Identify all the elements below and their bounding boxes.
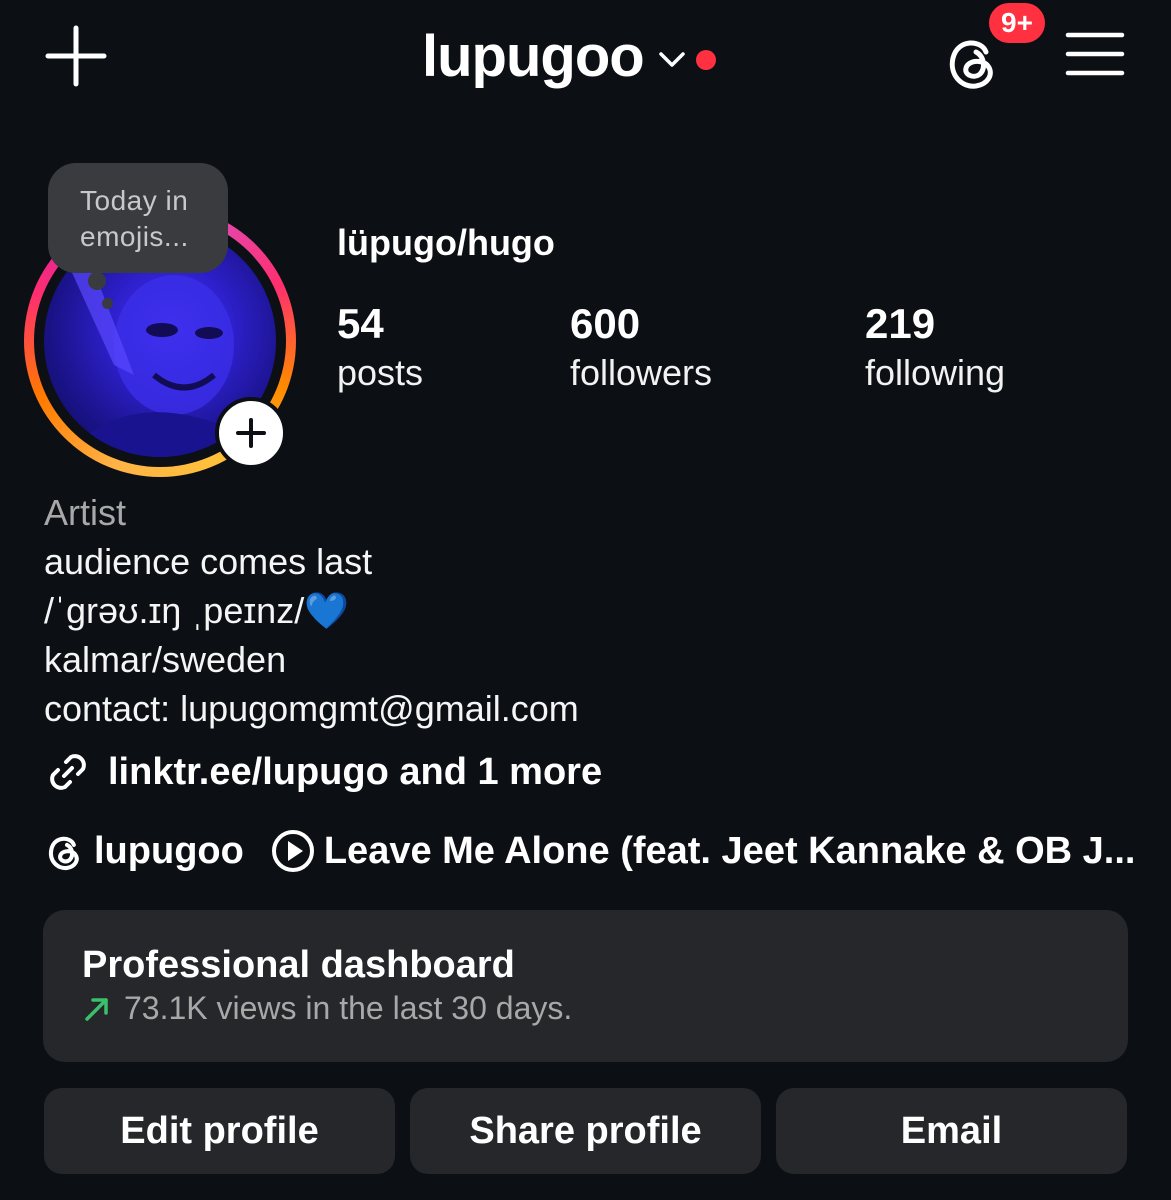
note-bubble-tail (88, 272, 106, 290)
music-chip[interactable]: Leave Me Alone (feat. Jeet Kannake & OB … (270, 828, 1136, 874)
email-button[interactable]: Email (776, 1088, 1127, 1174)
following-stat[interactable]: 219 following (865, 300, 1005, 398)
play-icon (271, 830, 314, 872)
dashboard-views: 73.1K views in the last 30 days. (124, 990, 573, 1026)
create-button[interactable] (44, 24, 108, 88)
threads-icon (48, 836, 79, 871)
plus-icon (236, 418, 266, 448)
note-text-line2: emojis... (80, 221, 189, 252)
bio-line: kalmar/sweden (44, 639, 287, 680)
bio-link[interactable]: linktr.ee/lupugo and 1 more (44, 748, 602, 796)
share-profile-button[interactable]: Share profile (410, 1088, 761, 1174)
username-title: lupugoo (422, 24, 645, 89)
following-count: 219 (865, 300, 936, 347)
chevron-down-icon (658, 52, 685, 67)
plus-icon (45, 25, 107, 87)
note-bubble[interactable]: Today in emojis... (48, 163, 228, 273)
profile-chips: lupugoo Leave Me Alone (feat. Jeet Kanna… (44, 828, 1135, 874)
followers-count: 600 (570, 300, 641, 347)
link-icon (50, 754, 86, 790)
posts-count: 54 (337, 300, 384, 347)
following-label: following (865, 352, 1006, 393)
menu-icon (1065, 32, 1125, 76)
followers-label: followers (570, 352, 713, 393)
bio-line: audience comes last (44, 541, 373, 582)
notification-badge: 9+ (986, 0, 1048, 46)
account-switcher[interactable]: lupugoo (422, 22, 716, 92)
dashboard-subtitle: 73.1K views in the last 30 days. (82, 990, 572, 1027)
menu-button[interactable] (1064, 30, 1126, 82)
music-title: Leave Me Alone (feat. Jeet Kannake & OB … (323, 829, 1136, 872)
threads-chip[interactable]: lupugoo (44, 830, 244, 873)
unread-dot (695, 50, 716, 70)
threads-handle: lupugoo (94, 829, 244, 872)
note-text-line1: Today in (80, 185, 189, 216)
dashboard-title: Professional dashboard (82, 944, 515, 986)
trend-up-icon (85, 997, 108, 1021)
note-bubble-tail-small (102, 298, 113, 309)
posts-stat[interactable]: 54 posts (337, 300, 423, 398)
link-text: linktr.ee/lupugo and 1 more (108, 750, 603, 793)
profile-category: Artist (44, 492, 127, 533)
followers-stat[interactable]: 600 followers (570, 300, 712, 398)
add-story-button[interactable] (215, 397, 287, 469)
display-name: lüpugo/hugo (337, 222, 555, 263)
bio-email[interactable]: contact: lupugomgmt@gmail.com (44, 688, 579, 730)
posts-label: posts (337, 352, 424, 393)
edit-profile-button[interactable]: Edit profile (44, 1088, 395, 1174)
bio-line: /ˈɡrəʊ.ɪŋ ˌpeɪnz/💙 (44, 590, 350, 631)
